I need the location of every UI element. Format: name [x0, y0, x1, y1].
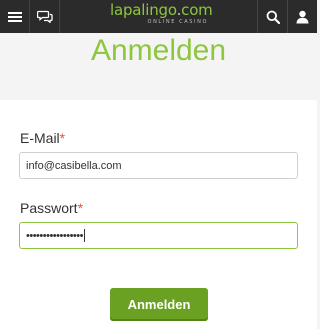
password-field[interactable]: •••••••••••••••••	[19, 222, 298, 249]
menu-icon	[7, 11, 22, 22]
password-label: Passwort*	[20, 200, 84, 216]
account-button[interactable]	[287, 0, 317, 33]
required-mark: *	[59, 130, 66, 146]
text-caret	[83, 229, 85, 242]
search-button[interactable]	[257, 0, 287, 33]
chat-button[interactable]	[30, 0, 60, 33]
email-label: E-Mail*	[20, 130, 66, 146]
login-submit-button[interactable]: Anmelden	[110, 288, 208, 321]
topbar-left	[0, 0, 60, 33]
email-value: info@casibella.com	[26, 159, 122, 172]
menu-button[interactable]	[0, 0, 30, 33]
top-navigation-bar: lapalingo.com ONLINE CASINO	[0, 0, 317, 33]
topbar-right	[257, 0, 317, 33]
password-value: •••••••••••••••••	[26, 229, 83, 242]
brand-wordmark: lapalingo.com	[110, 1, 213, 19]
brand-logo[interactable]: lapalingo.com ONLINE CASINO	[110, 1, 213, 25]
user-icon	[296, 10, 309, 23]
login-form: E-Mail* info@casibella.com Passwort* •••…	[0, 100, 317, 329]
brand-tagline: ONLINE CASINO	[147, 19, 208, 25]
email-field[interactable]: info@casibella.com	[19, 152, 298, 179]
title-area: Anmelden	[0, 33, 317, 100]
required-mark: *	[77, 200, 84, 216]
page-title: Anmelden	[90, 34, 227, 67]
chat-icon	[36, 10, 53, 23]
search-icon	[266, 10, 280, 24]
